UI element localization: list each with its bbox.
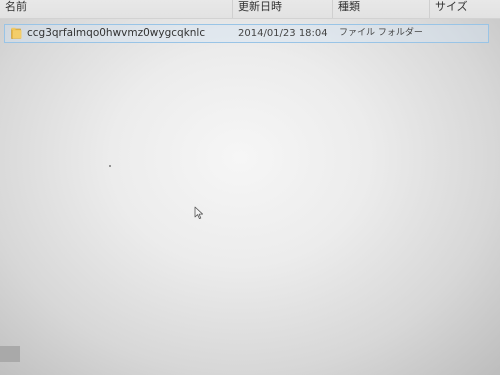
column-header-type[interactable]: 種類 <box>333 0 430 18</box>
folder-icon <box>11 27 22 39</box>
file-size <box>435 25 485 42</box>
file-row[interactable]: ccg3qrfalmqo0hwvmz0wygcqknlc 2014/01/23 … <box>4 24 489 43</box>
column-header-date-modified[interactable]: 更新日時 <box>233 0 333 18</box>
mouse-pointer-icon <box>194 206 203 219</box>
screen-speck <box>109 165 111 167</box>
file-name: ccg3qrfalmqo0hwvmz0wygcqknlc <box>27 27 206 39</box>
taskbar-edge <box>0 346 20 362</box>
column-header-size[interactable]: サイズ <box>430 0 500 18</box>
file-type: ファイル フォルダー <box>339 28 423 38</box>
column-header-bar: 名前 更新日時 種類 サイズ <box>0 0 500 19</box>
file-date-modified: 2014/01/23 18:04 <box>238 28 328 39</box>
column-header-name[interactable]: 名前 <box>0 0 233 18</box>
